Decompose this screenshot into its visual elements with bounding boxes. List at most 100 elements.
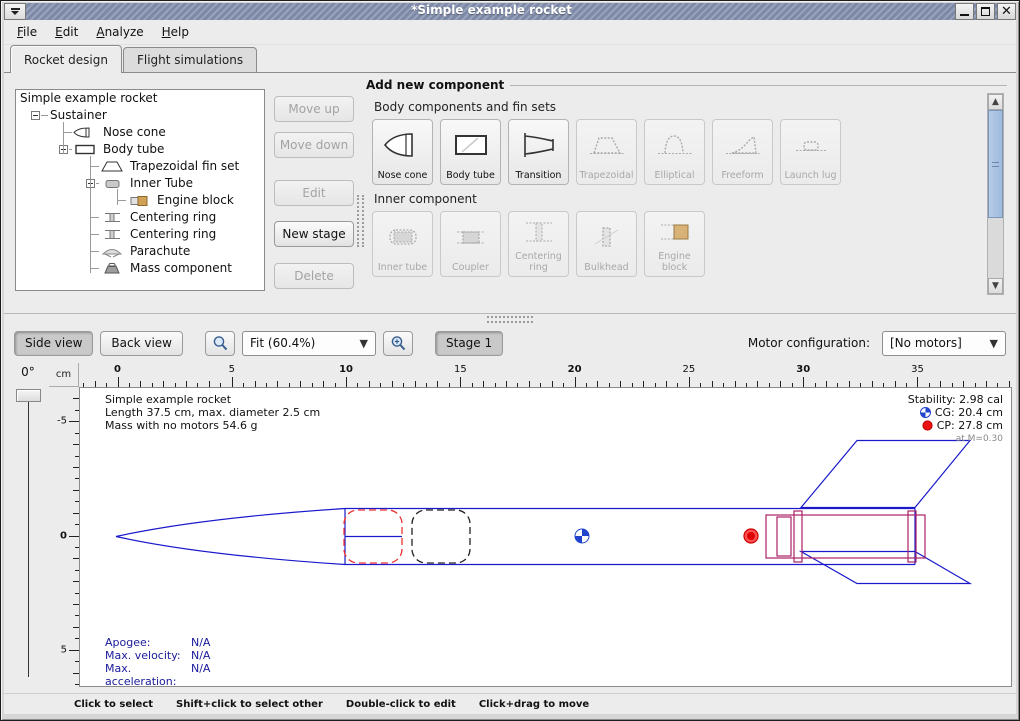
cp-marker	[744, 529, 758, 543]
tree-collapse-icon[interactable]	[31, 111, 40, 120]
tree-connector	[96, 183, 99, 184]
new-stage-button[interactable]: New stage	[274, 221, 354, 247]
mach-note: at M=0.30	[908, 433, 1003, 446]
tree-item-centering-ring[interactable]: Centering ring	[16, 209, 264, 226]
add-component-title: Add new component	[366, 78, 504, 92]
ruler-tick	[118, 377, 119, 387]
tree-connector	[63, 122, 64, 154]
ruler-label: 5	[61, 644, 67, 655]
component-button-label: Engine block	[645, 252, 704, 273]
motor-configuration-value: [No motors]	[890, 336, 962, 350]
zoom-level-combobox[interactable]: Fit (60.4%) ▼	[242, 331, 376, 356]
nose-cone-icon	[73, 126, 97, 139]
ruler-tick	[689, 377, 690, 387]
cg-icon	[920, 407, 931, 418]
add-elliptical-button[interactable]: Elliptical	[644, 119, 705, 185]
elliptical-icon	[645, 120, 704, 171]
magnifier-plus-icon	[390, 335, 407, 352]
move-down-button[interactable]: Move down	[274, 132, 354, 158]
horizontal-splitter[interactable]	[4, 313, 1016, 325]
coupler-icon	[441, 212, 500, 263]
ruler-tick	[575, 377, 576, 387]
add-engine-block-button[interactable]: Engine block	[644, 211, 705, 277]
scroll-up-icon[interactable]: ▲	[988, 94, 1003, 110]
stability-value: Stability: 2.98 cal	[908, 393, 1003, 406]
scrollbar-grip	[992, 162, 999, 167]
stage-1-toggle[interactable]: Stage 1	[435, 331, 503, 356]
add-coupler-button[interactable]: Coupler	[440, 211, 501, 277]
vertical-splitter-handle[interactable]	[357, 195, 364, 247]
ruler-tick	[917, 377, 918, 387]
upper-fin-outline	[801, 441, 970, 508]
add-centering-ring-button[interactable]: Centering ring	[508, 211, 569, 277]
tree-item-sustainer[interactable]: Sustainer	[16, 107, 264, 124]
rotation-slider[interactable]	[28, 393, 29, 677]
component-button-label: Transition	[516, 171, 562, 182]
tree-item-label: Mass component	[130, 260, 232, 277]
menu-analyze[interactable]: Analyze	[87, 22, 152, 42]
add-nose-cone-button[interactable]: Nose cone	[372, 119, 433, 185]
status-hint: Click+drag to move	[479, 699, 589, 710]
rotation-angle-label: 0°	[12, 365, 44, 379]
tree-item-centering-ring[interactable]: Centering ring	[16, 226, 264, 243]
zoom-out-button[interactable]	[205, 331, 235, 356]
tab-flight-simulations[interactable]: Flight simulations	[123, 47, 257, 73]
rotation-slider-handle[interactable]	[16, 389, 41, 402]
component-button-label: Launch lug	[784, 171, 836, 182]
tree-item-body-tube[interactable]: Body tube	[16, 141, 264, 158]
zoom-in-button[interactable]	[383, 331, 413, 356]
close-button[interactable]: ✕	[997, 3, 1016, 20]
add-bulkhead-button[interactable]: Bulkhead	[576, 211, 637, 277]
tree-connector	[117, 200, 126, 201]
tab-rocket-design[interactable]: Rocket design	[10, 45, 122, 73]
tree-connector	[90, 234, 99, 235]
tree-item-label: Centering ring	[130, 226, 216, 243]
tree-item-engine-block[interactable]: Engine block	[16, 192, 264, 209]
menu-file[interactable]: File	[8, 22, 46, 42]
motor-configuration-combobox[interactable]: [No motors] ▼	[882, 331, 1006, 356]
lower-fin-outline	[801, 552, 970, 584]
tree-item-label: Sustainer	[50, 107, 107, 124]
add-launch-lug-button[interactable]: Launch lug	[780, 119, 841, 185]
ruler-tick	[460, 377, 461, 387]
add-freeform-button[interactable]: Freeform	[712, 119, 773, 185]
add-body-tube-button[interactable]: Body tube	[440, 119, 501, 185]
tree-item-trapezoidal-fin-set[interactable]: Trapezoidal fin set	[16, 158, 264, 175]
scroll-down-icon[interactable]: ▼	[988, 278, 1003, 294]
tree-connector	[69, 149, 72, 150]
ruler-label: 15	[454, 364, 467, 375]
maximize-button[interactable]	[976, 3, 995, 20]
flight-info-label: Apogee:	[105, 636, 191, 649]
tree-item-nose-cone[interactable]: Nose cone	[16, 124, 264, 141]
ruler-label: 35	[911, 364, 924, 375]
tree-item-inner-tube[interactable]: Inner Tube	[16, 175, 264, 192]
rocket-canvas[interactable]: Simple example rocket Length 37.5 cm, ma…	[79, 387, 1012, 687]
flight-info-row: Apogee: N/A	[105, 636, 210, 649]
chevron-down-icon: ▼	[983, 337, 1005, 350]
component-scrollbar[interactable]: ▲ ▼	[987, 93, 1004, 295]
scrollbar-thumb[interactable]	[988, 110, 1003, 218]
ruler-tick	[69, 421, 79, 422]
delete-button[interactable]: Delete	[274, 263, 354, 289]
component-button-label: Trapezoidal	[580, 171, 634, 182]
inner-tube-icon	[100, 177, 124, 190]
component-button-label: Elliptical	[655, 171, 695, 182]
tree-connector	[41, 115, 48, 116]
add-transition-button[interactable]: Transition	[508, 119, 569, 185]
tree-item-simple-example-rocket[interactable]: Simple example rocket	[16, 90, 264, 107]
add-trapezoidal-button[interactable]: Trapezoidal	[576, 119, 637, 185]
menu-edit[interactable]: Edit	[46, 22, 87, 42]
move-up-button[interactable]: Move up	[274, 96, 354, 122]
back-view-button[interactable]: Back view	[100, 331, 183, 356]
tree-item-parachute[interactable]: Parachute	[16, 243, 264, 260]
component-tree[interactable]: Simple example rocketSustainerNose coneB…	[15, 89, 265, 291]
window-menu-button[interactable]	[4, 3, 26, 20]
tree-item-mass-component[interactable]: Mass component	[16, 260, 264, 277]
side-view-button[interactable]: Side view	[14, 331, 93, 356]
magnifier-minus-icon	[212, 335, 229, 352]
minimize-button[interactable]	[955, 3, 974, 20]
menu-help[interactable]: Help	[153, 22, 198, 42]
edit-button[interactable]: Edit	[274, 180, 354, 206]
tree-connector	[117, 189, 118, 205]
add-inner-tube-button[interactable]: Inner tube	[372, 211, 433, 277]
